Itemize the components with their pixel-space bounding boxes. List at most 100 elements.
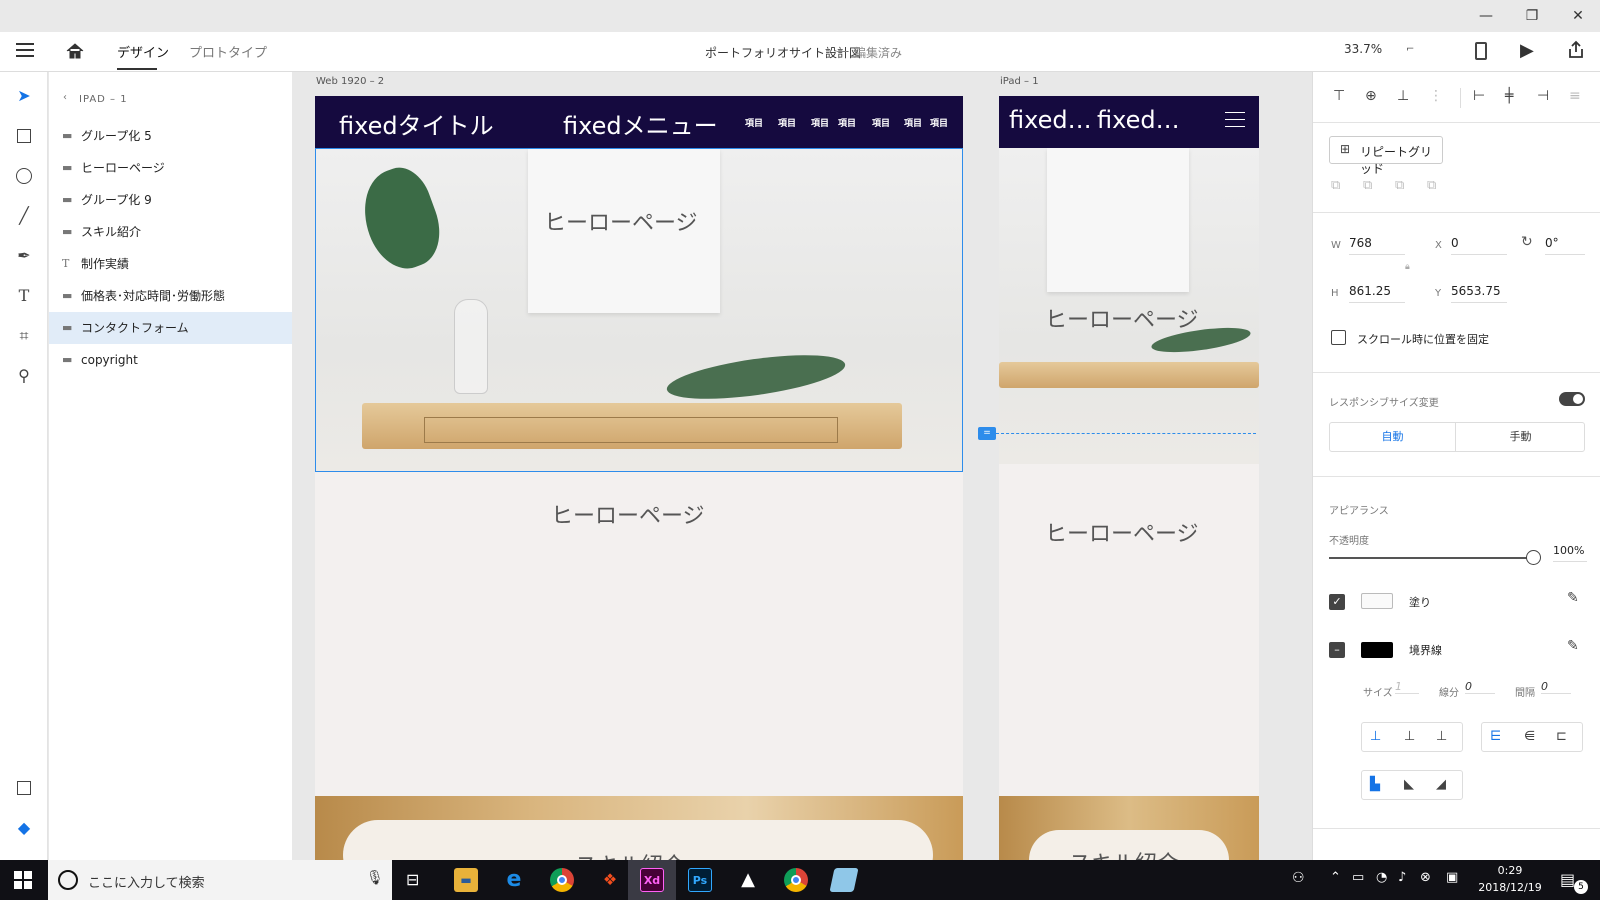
boolean-subtract-icon[interactable]: ⧉ xyxy=(1363,178,1372,193)
repeat-grid-button[interactable]: ⊞ リピートグリッド xyxy=(1329,136,1443,176)
opacity-slider-track[interactable] xyxy=(1329,557,1533,559)
responsive-resize-toggle[interactable] xyxy=(1559,392,1585,406)
align-right-icon[interactable]: ⊣ xyxy=(1537,88,1549,104)
viewport-height-handle[interactable]: = xyxy=(978,427,996,440)
layers-breadcrumb[interactable]: IPAD – 1 xyxy=(79,94,128,105)
opacity-input[interactable]: 100% xyxy=(1553,544,1587,562)
rotation-input[interactable]: 0° xyxy=(1545,236,1585,255)
fix-position-checkbox[interactable] xyxy=(1331,330,1346,345)
height-input[interactable]: 861.25 xyxy=(1349,284,1405,303)
action-center-icon[interactable]: ▤ xyxy=(1560,870,1575,889)
align-middle-icon[interactable]: ⊕ xyxy=(1365,88,1377,104)
maximize-button[interactable]: ❐ xyxy=(1522,6,1542,26)
stroke-size-input[interactable]: 1 xyxy=(1395,680,1419,694)
fixed-header-ipad[interactable]: fixed… fixed… xyxy=(999,96,1259,148)
bevel-join-icon[interactable]: ◢ xyxy=(1436,777,1446,792)
center-stroke-icon[interactable]: ⋹ xyxy=(1524,729,1535,744)
round-join-icon[interactable]: ◣ xyxy=(1404,777,1414,792)
home-icon[interactable] xyxy=(64,40,86,62)
pen-tool-icon[interactable]: ✒ xyxy=(14,246,34,266)
layer-item[interactable]: ▬ グループ化 9 xyxy=(49,184,292,216)
outer-stroke-icon[interactable]: ⊏ xyxy=(1556,729,1567,744)
ellipse-tool-icon[interactable] xyxy=(14,166,34,186)
border-swatch[interactable] xyxy=(1361,642,1393,658)
layer-item[interactable]: ▬ copyright xyxy=(49,344,292,376)
butt-cap-icon[interactable]: ⊥ xyxy=(1370,729,1381,744)
artboard-tool-icon[interactable]: ⌗ xyxy=(14,326,34,346)
align-top-icon[interactable]: ⊤ xyxy=(1333,88,1345,104)
figma-icon[interactable]: ❖ xyxy=(598,868,622,892)
eyedropper-icon[interactable]: ✎ xyxy=(1567,590,1579,606)
align-center-icon[interactable]: ╪ xyxy=(1505,88,1513,104)
file-explorer-icon[interactable]: ▬ xyxy=(454,868,478,892)
layer-item[interactable]: ▬ 価格表･対応時間･労働形態 xyxy=(49,280,292,312)
dash-input[interactable]: 0 xyxy=(1465,680,1495,694)
mute-icon[interactable]: ⊗ xyxy=(1420,870,1431,885)
opacity-slider-thumb[interactable] xyxy=(1526,550,1541,565)
zoom-level[interactable]: 33.7% xyxy=(1344,42,1382,56)
microphone-icon[interactable]: 🎙︎ xyxy=(366,870,384,886)
tab-design[interactable]: デザイン xyxy=(117,42,169,61)
layer-item-selected[interactable]: ▬ コンタクトフォーム xyxy=(49,312,292,344)
eyedropper-icon[interactable]: ✎ xyxy=(1567,638,1579,654)
miter-join-icon[interactable]: ▙ xyxy=(1370,777,1380,792)
play-icon[interactable]: ▶ xyxy=(1520,40,1534,61)
taskbar-time[interactable]: 0:29 xyxy=(1472,864,1548,877)
round-cap-icon[interactable]: ⊥ xyxy=(1404,729,1415,744)
photoshop-icon[interactable]: Ps xyxy=(688,868,712,892)
x-input[interactable]: 0 xyxy=(1451,236,1507,255)
fixed-header[interactable]: fixedタイトル fixedメニュー 項目 項目 項目 項目 項目 項目 項目 xyxy=(315,96,963,148)
battery-icon[interactable]: ▭ xyxy=(1352,870,1364,885)
manual-resize-option[interactable]: 手動 xyxy=(1457,423,1584,451)
ime-icon[interactable]: ▣ xyxy=(1446,870,1458,885)
lock-aspect-icon[interactable]: 🔒︎ xyxy=(1405,262,1410,272)
fill-swatch[interactable] xyxy=(1361,593,1393,609)
gap-input[interactable]: 0 xyxy=(1541,680,1571,694)
hamburger-menu-icon[interactable] xyxy=(16,43,34,59)
design-canvas[interactable]: Web 1920 – 2 fixedタイトル fixedメニュー 項目 項目 項… xyxy=(292,72,1312,860)
auto-resize-option[interactable]: 自動 xyxy=(1330,423,1456,451)
minimize-button[interactable]: — xyxy=(1476,6,1496,26)
layer-item[interactable]: ▬ ヒーローページ xyxy=(49,152,292,184)
wifi-icon[interactable]: ◔ xyxy=(1376,870,1387,885)
align-bottom-icon[interactable]: ⊥ xyxy=(1397,88,1409,104)
line-tool-icon[interactable]: ╱ xyxy=(14,206,34,226)
boolean-exclude-icon[interactable]: ⧉ xyxy=(1427,178,1436,193)
artboard-name-ipad[interactable]: iPad – 1 xyxy=(1000,76,1039,87)
onigiri-icon[interactable]: ▲ xyxy=(736,868,760,892)
fill-checkbox[interactable]: ✓ xyxy=(1329,594,1345,610)
zoom-dropdown-icon[interactable]: ⌐ xyxy=(1406,44,1414,55)
boolean-intersect-icon[interactable]: ⧉ xyxy=(1395,178,1404,193)
artboard-web[interactable]: fixedタイトル fixedメニュー 項目 項目 項目 項目 項目 項目 項目… xyxy=(315,96,963,860)
device-preview-icon[interactable] xyxy=(1475,42,1487,60)
hero-image[interactable]: ヒーローページ xyxy=(315,148,963,472)
edge-icon[interactable]: e xyxy=(502,868,526,892)
layer-item[interactable]: ▬ スキル紹介 xyxy=(49,216,292,248)
width-input[interactable]: 768 xyxy=(1349,236,1405,255)
close-button[interactable]: ✕ xyxy=(1568,6,1588,26)
taskbar-date[interactable]: 2018/12/19 xyxy=(1472,881,1548,894)
select-tool-icon[interactable]: ➤ xyxy=(14,86,34,106)
hero-image-ipad[interactable]: ヒーローページ xyxy=(999,148,1259,464)
xd-icon[interactable]: Xd xyxy=(640,868,664,892)
boolean-add-icon[interactable]: ⧉ xyxy=(1331,178,1340,193)
back-chevron-icon[interactable]: ‹ xyxy=(63,92,67,103)
align-left-icon[interactable]: ⊢ xyxy=(1473,88,1485,104)
artboard-name-web[interactable]: Web 1920 – 2 xyxy=(316,76,384,87)
people-icon[interactable]: ⚇ xyxy=(1292,870,1305,886)
square-cap-icon[interactable]: ⊥ xyxy=(1436,729,1447,744)
app-icon[interactable] xyxy=(829,868,859,892)
distribute-vertical-icon[interactable]: ⋮ xyxy=(1429,88,1443,104)
layer-item[interactable]: T 制作実績 xyxy=(49,248,292,280)
volume-icon[interactable]: ♪ xyxy=(1398,870,1406,885)
border-checkbox[interactable]: – xyxy=(1329,642,1345,658)
y-input[interactable]: 5653.75 xyxy=(1451,284,1507,303)
taskbar-search-box[interactable]: ここに入力して検索 🎙︎ xyxy=(48,860,392,900)
chrome-icon[interactable] xyxy=(550,868,574,892)
layers-panel-icon[interactable]: ◆ xyxy=(14,818,34,838)
zoom-tool-icon[interactable]: ⚲ xyxy=(14,366,34,386)
text-tool-icon[interactable]: T xyxy=(14,286,34,306)
task-view-icon[interactable]: ⊟ xyxy=(406,870,419,889)
windows-start-icon[interactable] xyxy=(14,871,32,889)
inner-stroke-icon[interactable]: ⋿ xyxy=(1490,729,1501,744)
